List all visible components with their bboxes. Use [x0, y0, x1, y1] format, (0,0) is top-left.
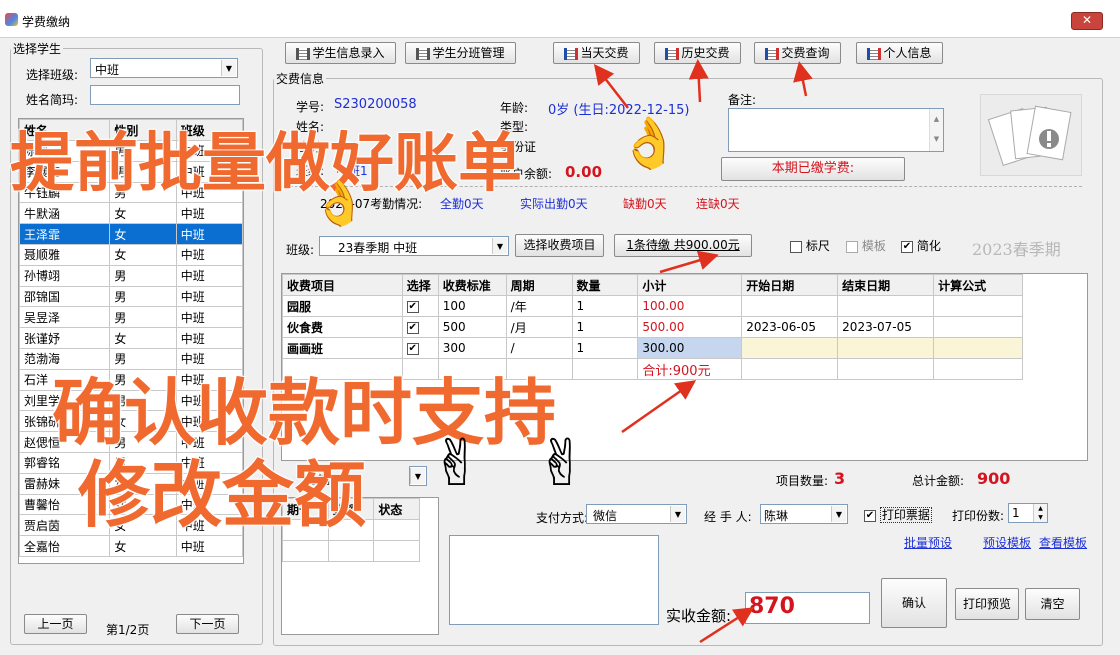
arrow — [659, 250, 719, 274]
arrow — [688, 59, 709, 103]
arrow — [621, 380, 697, 434]
arrow — [593, 64, 629, 109]
arrow — [793, 61, 813, 97]
annotation-arrows — [593, 59, 813, 644]
arrow — [699, 607, 755, 644]
